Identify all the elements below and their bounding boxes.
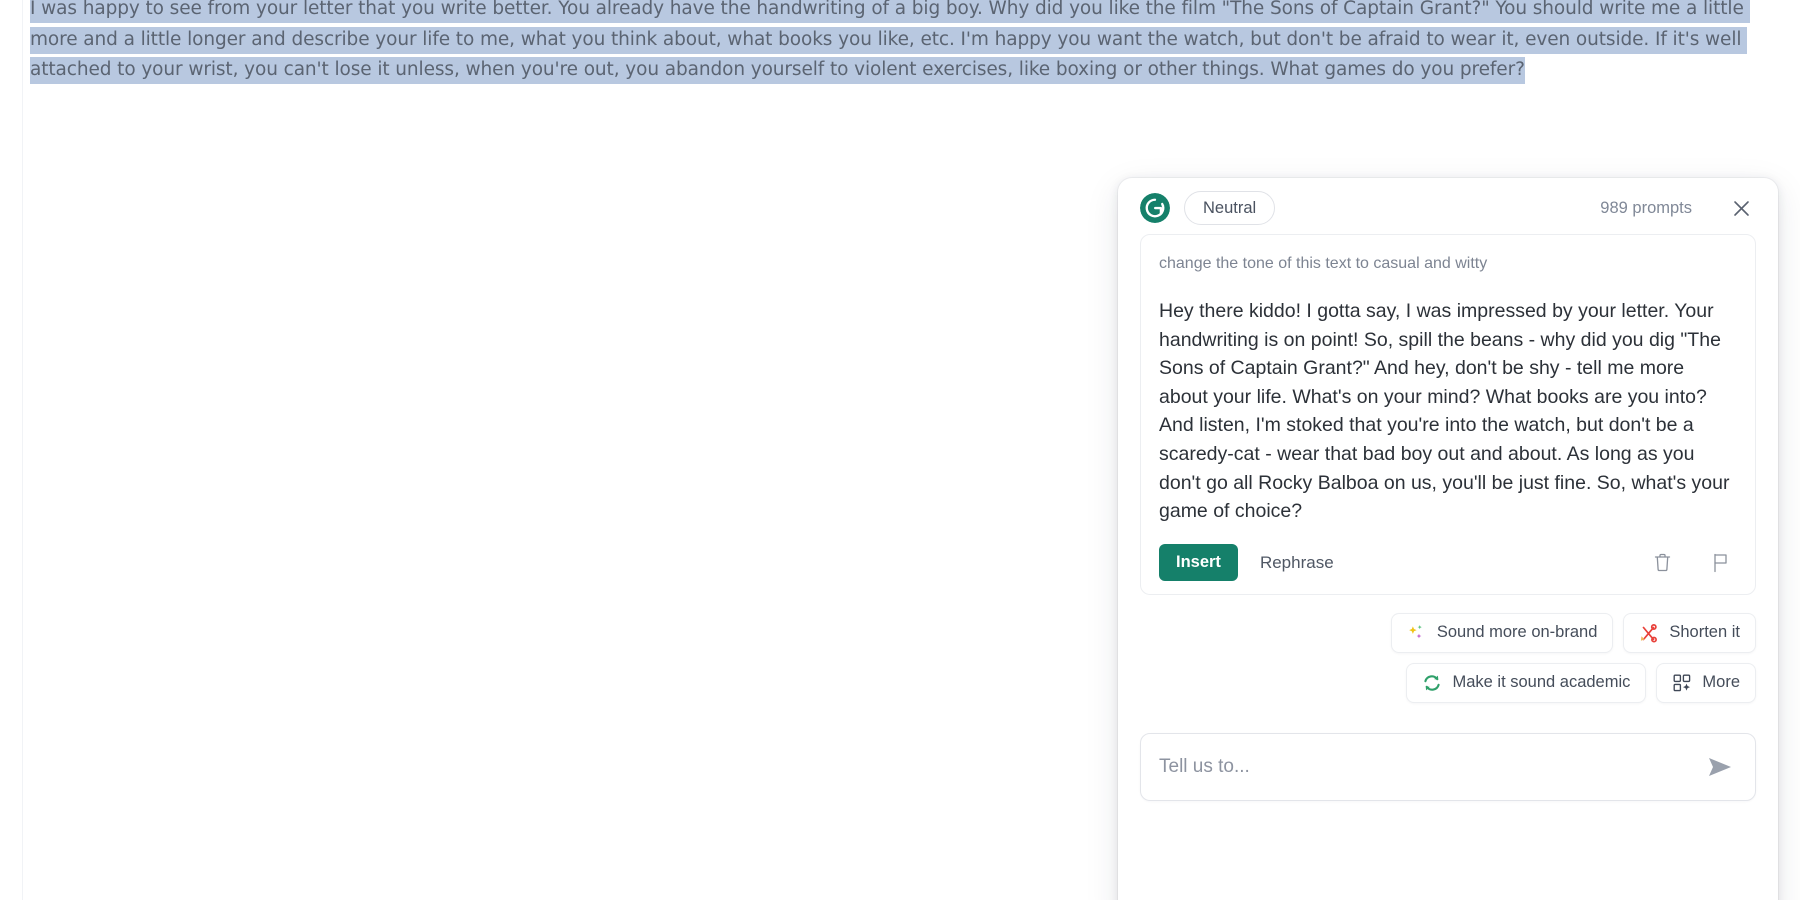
quick-actions-row-2: Make it sound academic More [1406, 663, 1756, 703]
quick-actions-row-1: Sound more on-brand Shorten it [1391, 613, 1756, 653]
flag-icon [1711, 552, 1730, 573]
card-actions-row: Insert Rephrase [1159, 532, 1737, 594]
quick-action-label: More [1702, 673, 1740, 692]
grid-plus-icon [1672, 673, 1692, 693]
quick-action-make-it-sound-academic[interactable]: Make it sound academic [1406, 663, 1646, 703]
selected-text[interactable]: I was happy to see from your letter that… [30, 0, 1750, 84]
quick-action-more[interactable]: More [1656, 663, 1756, 703]
trash-icon [1653, 552, 1672, 573]
prompt-count-label: 989 prompts [1600, 199, 1692, 218]
assistant-prompt-input[interactable] [1159, 756, 1703, 778]
panel-header: Neutral 989 prompts [1140, 178, 1756, 234]
sparkles-icon [1407, 623, 1427, 643]
report-suggestion-button[interactable] [1705, 548, 1735, 578]
tone-label: Neutral [1203, 199, 1256, 218]
document-margin-rule [22, 0, 23, 900]
quick-action-label: Make it sound academic [1452, 673, 1630, 692]
send-prompt-button[interactable] [1703, 750, 1737, 784]
quick-action-label: Sound more on-brand [1437, 623, 1598, 642]
close-panel-button[interactable] [1728, 195, 1754, 221]
tone-selector-pill[interactable]: Neutral [1184, 191, 1275, 225]
grammarly-assistant-panel: Neutral 989 prompts change the tone of t… [1118, 178, 1778, 900]
document-text[interactable]: I was happy to see from your letter that… [30, 0, 1775, 86]
grammarly-logo-icon [1140, 193, 1170, 223]
send-icon [1707, 756, 1733, 778]
quick-action-label: Shorten it [1669, 623, 1740, 642]
insert-button[interactable]: Insert [1159, 544, 1238, 581]
composer-box[interactable] [1140, 733, 1756, 801]
quick-actions-area: Sound more on-brand Shorten it [1140, 595, 1756, 703]
quick-action-shorten-it[interactable]: Shorten it [1623, 613, 1756, 653]
assistant-response-text: Hey there kiddo! I gotta say, I was impr… [1159, 281, 1737, 532]
prompt-echo-text: change the tone of this text to casual a… [1159, 253, 1737, 281]
screen-root: I was happy to see from your letter that… [0, 0, 1800, 900]
close-icon [1733, 200, 1750, 217]
scissors-icon [1639, 623, 1659, 643]
rephrase-button[interactable]: Rephrase [1252, 547, 1342, 579]
suggestion-card: change the tone of this text to casual a… [1140, 234, 1756, 595]
composer-area [1140, 703, 1756, 900]
refresh-icon [1422, 673, 1442, 693]
quick-action-sound-more-on-brand[interactable]: Sound more on-brand [1391, 613, 1614, 653]
delete-suggestion-button[interactable] [1647, 548, 1677, 578]
